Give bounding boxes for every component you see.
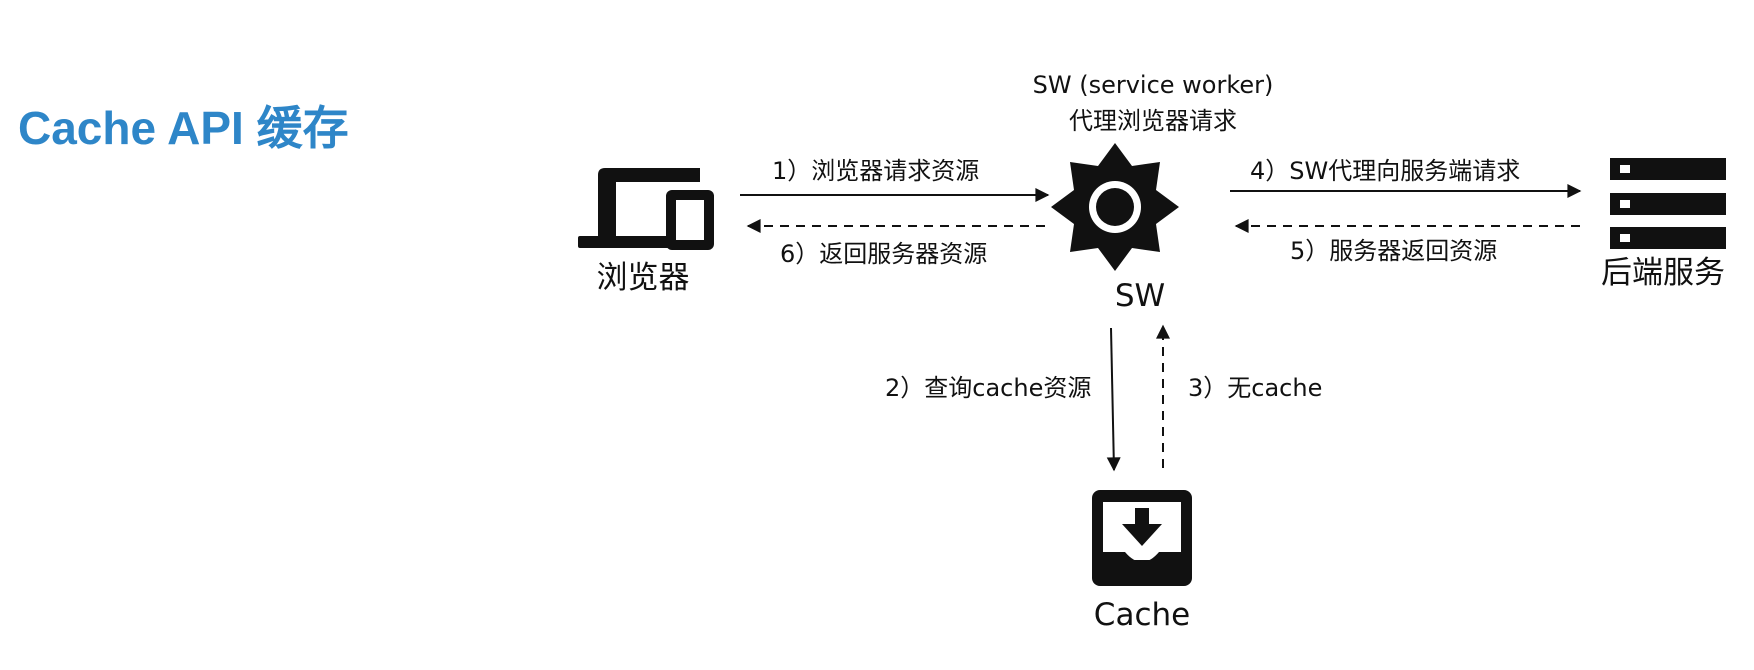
edge-step3-label: 3）无cache (1188, 374, 1323, 402)
backend-label: 后端服务 (1601, 255, 1725, 291)
server-icon (1610, 158, 1726, 249)
laptop-phone-icon (578, 168, 714, 250)
edge-step5-label: 5）服务器返回资源 (1290, 237, 1498, 265)
download-tray-icon (1092, 490, 1192, 586)
cache-label: Cache (1093, 597, 1191, 633)
edge-step2-label: 2）查询cache资源 (885, 374, 1092, 402)
edge-step4-label: 4）SW代理向服务端请求 (1250, 157, 1521, 185)
edge-step6-label: 6）返回服务器资源 (780, 240, 988, 268)
browser-label: 浏览器 (596, 260, 690, 296)
sw-caption-line1: SW (service worker) (1032, 71, 1274, 99)
edge-step1-label: 1）浏览器请求资源 (772, 157, 980, 185)
gear-icon (1051, 143, 1179, 271)
sw-label: SW (1114, 278, 1166, 314)
edge-step2-arrow (1106, 327, 1121, 472)
diagram-canvas (578, 143, 1726, 586)
sw-caption-line2: 代理浏览器请求 (1069, 107, 1237, 135)
